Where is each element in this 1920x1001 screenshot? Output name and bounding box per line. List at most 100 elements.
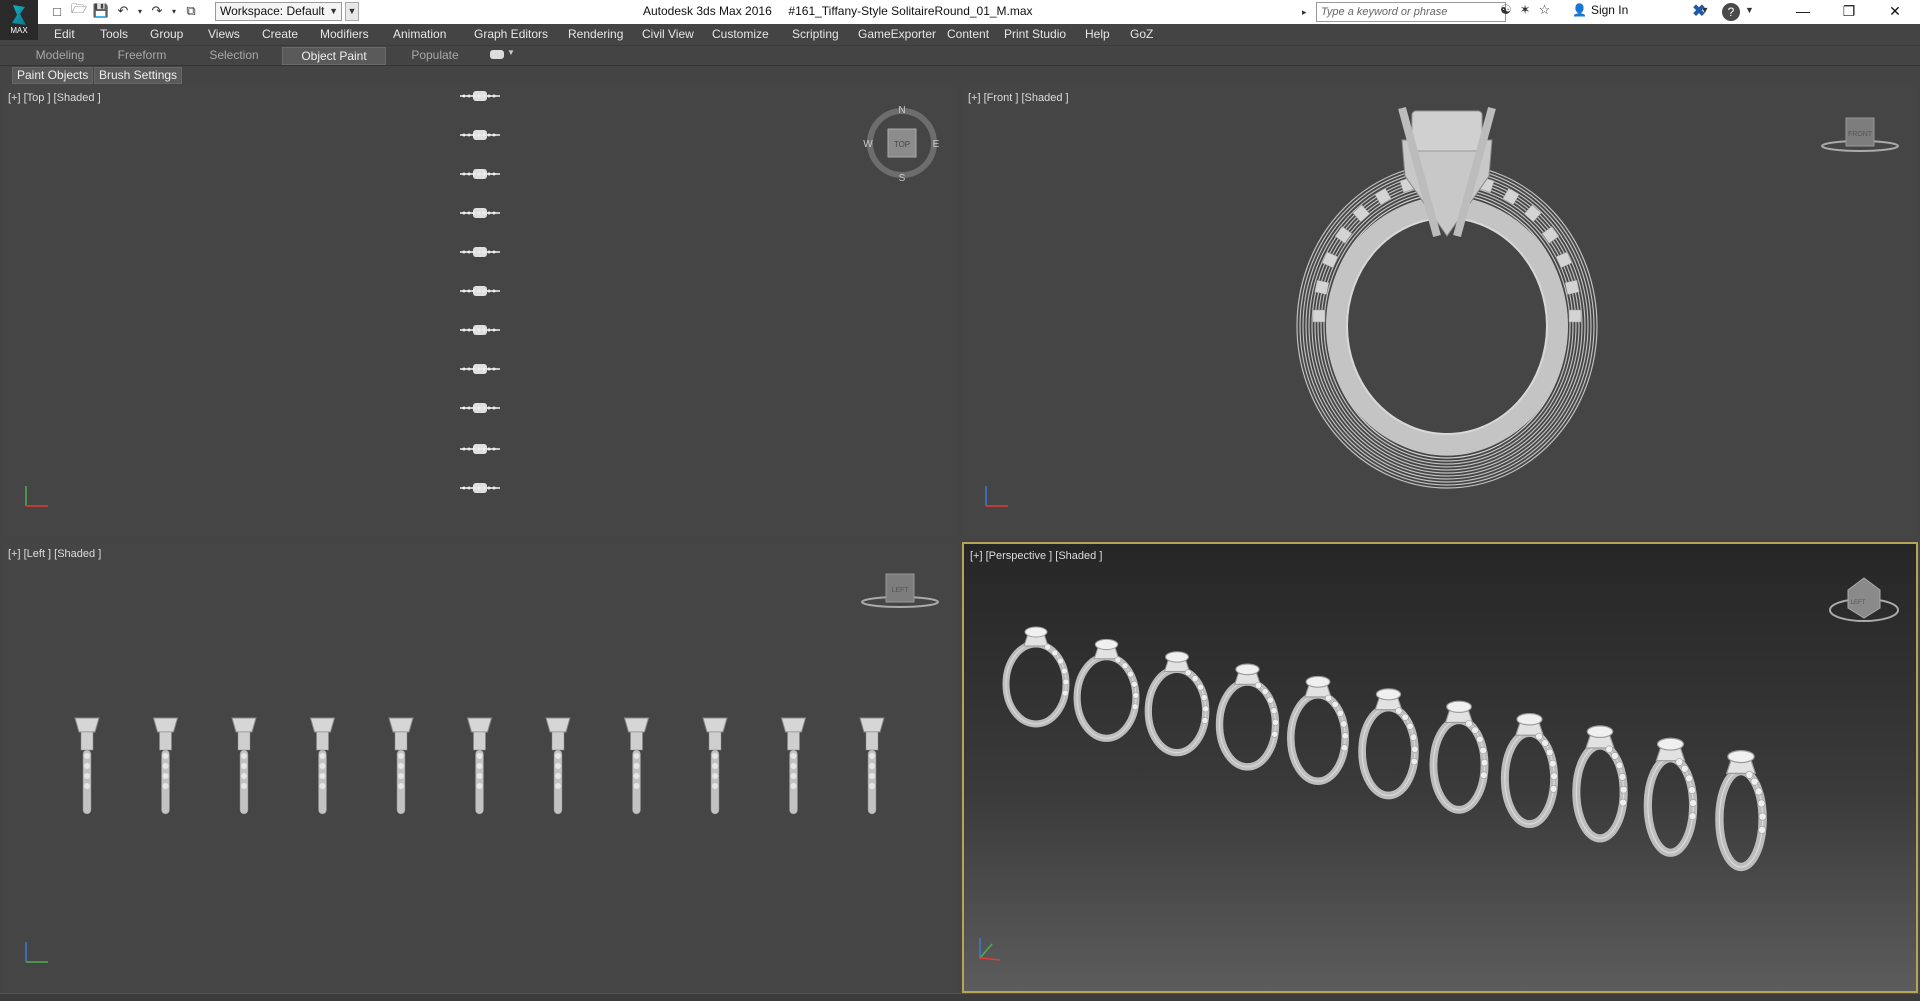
compass-east: E: [933, 139, 940, 150]
cube-face-label: LEFT: [891, 587, 909, 594]
ring-side-item: [859, 717, 885, 815]
binoculars-icon[interactable]: ☯: [1500, 2, 1512, 18]
ring-perspective-item: [1572, 725, 1628, 843]
project-folder-icon[interactable]: ⧉: [182, 2, 200, 20]
tab-object-paint[interactable]: Object Paint: [282, 47, 386, 65]
minimize-button[interactable]: —: [1780, 0, 1826, 24]
left-view-canvas: LEFT: [25, 573, 939, 963]
menu-rendering[interactable]: Rendering: [568, 27, 623, 41]
status-bar: [0, 993, 1920, 1001]
axis-tripod-icon: [25, 942, 48, 963]
ring-perspective-item: [1215, 663, 1280, 771]
menu-goz[interactable]: GoZ: [1130, 27, 1153, 41]
menu-gameexporter[interactable]: GameExporter: [858, 27, 936, 41]
ring-side-item: [545, 717, 571, 815]
infocenter-search: ▸ Type a keyword or phrase: [1302, 1, 1506, 23]
ring-top-item: [460, 247, 500, 257]
search-input[interactable]: Type a keyword or phrase: [1316, 2, 1506, 22]
ring-side-stone: [1568, 309, 1582, 323]
top-view-canvas: TOP N S W E: [25, 91, 940, 507]
menu-group[interactable]: Group: [150, 27, 183, 41]
compass-south: S: [899, 173, 906, 184]
ring-inner: [1346, 217, 1548, 435]
tab-populate[interactable]: Populate: [400, 47, 470, 65]
sign-in-label: Sign In: [1590, 3, 1629, 17]
workspace-label: Workspace: Default: [220, 4, 325, 18]
sign-in-button[interactable]: 👤 Sign In ▼: [1572, 3, 1709, 17]
search-toggle-icon[interactable]: ▸: [1302, 7, 1312, 18]
menu-animation[interactable]: Animation: [393, 27, 446, 41]
brush-settings-button[interactable]: Brush Settings: [94, 67, 183, 84]
redo-icon[interactable]: ↷: [148, 2, 166, 20]
ribbon-subpanel: Paint Objects Brush Settings: [0, 66, 1920, 84]
tab-modeling[interactable]: Modeling: [30, 47, 90, 65]
viewport-front[interactable]: [+] [Front ] [Shaded ] FRONT: [962, 86, 1918, 537]
ring-side-item: [623, 717, 650, 815]
menu-customize[interactable]: Customize: [712, 27, 769, 41]
ring-top-item: [460, 325, 500, 335]
favorites-star-icon[interactable]: ☆: [1539, 2, 1551, 18]
menu-help[interactable]: Help: [1085, 27, 1110, 41]
ring-side-item: [702, 717, 728, 815]
ring-perspective-item: [1002, 626, 1070, 728]
viewcube-compass: TOP N S W E: [863, 105, 939, 184]
paint-objects-button[interactable]: Paint Objects: [12, 67, 94, 84]
quick-access-toolbar: □ 🗁 💾 ↶ ▾ ↷ ▾ ⧉: [48, 1, 200, 20]
compass-north: N: [898, 105, 905, 116]
tab-freeform[interactable]: Freeform: [110, 47, 174, 65]
ring-perspective-item: [1643, 737, 1698, 857]
ring-top-item: [460, 483, 500, 493]
tab-selection[interactable]: Selection: [200, 47, 268, 65]
ring-side-stone: [1564, 279, 1580, 295]
ring-top-item: [460, 130, 500, 140]
ring-top-item: [460, 208, 500, 218]
ribbon-toggle-icon[interactable]: [490, 50, 504, 59]
menu-create[interactable]: Create: [262, 27, 298, 41]
menu-print-studio[interactable]: Print Studio: [1004, 27, 1066, 41]
top-rings-group: [460, 91, 500, 493]
menu-graph-editors[interactable]: Graph Editors: [474, 27, 548, 41]
ribbon-tabs: Modeling Freeform Selection Object Paint…: [0, 46, 1920, 66]
menu-scripting[interactable]: Scripting: [792, 27, 839, 41]
qat-customize-icon[interactable]: ▼: [345, 2, 359, 21]
menu-civil-view[interactable]: Civil View: [642, 27, 694, 41]
ring-top-item: [460, 91, 500, 101]
exchange-apps-icon[interactable]: ✖: [1690, 3, 1708, 21]
ring-side-stone: [1312, 309, 1326, 323]
menu-content[interactable]: Content: [947, 27, 989, 41]
viewport-left[interactable]: [+] [Left ] [Shaded ] LEFT: [2, 542, 958, 993]
redo-dropdown-icon[interactable]: ▾: [170, 2, 178, 20]
satellite-icon[interactable]: ✶: [1520, 2, 1531, 18]
workspace-select[interactable]: Workspace: Default ▼: [215, 2, 342, 21]
menu-modifiers[interactable]: Modifiers: [320, 27, 369, 41]
restore-button[interactable]: ❐: [1826, 0, 1872, 24]
undo-icon[interactable]: ↶: [114, 2, 132, 20]
ring-top-item: [460, 444, 500, 454]
ring-perspective-item: [1715, 749, 1767, 872]
ring-perspective-item: [1144, 651, 1210, 757]
ring-perspective-item: [1429, 700, 1489, 814]
help-icon[interactable]: ?: [1722, 3, 1740, 21]
ring-side-stone: [1374, 187, 1392, 206]
open-file-icon[interactable]: 🗁: [70, 1, 88, 20]
menu-views[interactable]: Views: [208, 27, 240, 41]
viewport-top[interactable]: [+] [Top ] [Shaded ] TOP N S W E: [2, 86, 958, 537]
ring-perspective-item: [1073, 638, 1140, 742]
user-icon: 👤: [1572, 3, 1587, 17]
axis-tripod-icon: [985, 486, 1008, 507]
menu-tools[interactable]: Tools: [100, 27, 128, 41]
undo-dropdown-icon[interactable]: ▾: [136, 2, 144, 20]
cube-face-label: LEFT: [1851, 600, 1866, 606]
menu-edit[interactable]: Edit: [54, 27, 75, 41]
ring-side-stone: [1314, 279, 1330, 295]
ring-top-item: [460, 403, 500, 413]
ring-side-stone: [1502, 187, 1520, 206]
viewport-perspective[interactable]: [+] [Perspective ] [Shaded ] LEFT: [962, 542, 1918, 993]
new-file-icon[interactable]: □: [48, 2, 66, 20]
close-button[interactable]: ✕: [1872, 0, 1918, 24]
ring-top-item: [460, 286, 500, 296]
help-dropdown-icon[interactable]: ▼: [1745, 5, 1754, 15]
ribbon-options-dropdown-icon[interactable]: ▼: [507, 48, 515, 57]
application-button[interactable]: MAX: [0, 0, 38, 40]
save-icon[interactable]: 💾: [92, 2, 110, 20]
